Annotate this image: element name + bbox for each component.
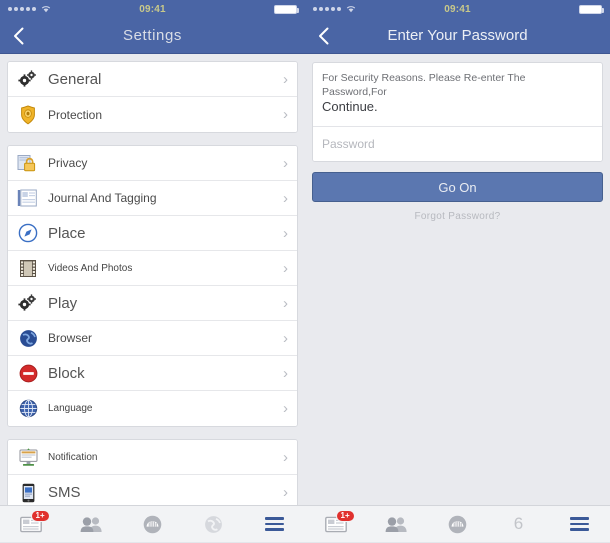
password-screen: 09:41 Enter Your Password For Security R… bbox=[305, 0, 610, 542]
sidebar-item-general[interactable]: General › bbox=[8, 62, 297, 97]
sidebar-item-label: Browser bbox=[48, 331, 93, 345]
security-message-line1: For Security Reasons. Please Re-enter Th… bbox=[322, 72, 526, 99]
sidebar-item-sms[interactable]: SMS › bbox=[8, 475, 297, 505]
messenger-icon bbox=[448, 515, 467, 533]
chevron-right-icon: › bbox=[283, 448, 288, 466]
chevron-right-icon: › bbox=[283, 364, 288, 382]
shield-badge-icon bbox=[17, 104, 39, 126]
tab-messenger[interactable] bbox=[122, 506, 183, 543]
badge-count: 1+ bbox=[335, 509, 355, 523]
tab-friends[interactable] bbox=[366, 506, 427, 543]
tab-notifications[interactable] bbox=[183, 506, 244, 543]
monitor-notification-icon bbox=[17, 446, 39, 468]
sidebar-item-label: Play bbox=[48, 294, 78, 312]
chevron-right-icon: › bbox=[283, 329, 288, 347]
sidebar-item-privacy[interactable]: Privacy › bbox=[8, 146, 297, 181]
sidebar-item-label: SMS bbox=[48, 484, 81, 501]
tab-bar-left: 1+ bbox=[0, 505, 305, 542]
forgot-password-link[interactable]: Forgot Password? bbox=[312, 211, 603, 222]
film-strip-icon bbox=[17, 257, 39, 279]
sidebar-item-play[interactable]: Play › bbox=[8, 286, 297, 321]
sidebar-item-videos-and-photos[interactable]: Videos And Photos › bbox=[8, 251, 297, 286]
chevron-right-icon: › bbox=[283, 400, 288, 417]
sidebar-item-language[interactable]: Language › bbox=[8, 391, 297, 426]
battery-icon bbox=[579, 4, 604, 14]
chevron-right-icon: › bbox=[283, 224, 288, 242]
sidebar-item-label: Privacy bbox=[48, 156, 88, 170]
phone-sms-icon bbox=[17, 482, 39, 504]
sidebar-item-label: Protection bbox=[48, 107, 103, 122]
status-bar-left: 09:41 bbox=[0, 0, 305, 18]
lock-privacy-icon bbox=[17, 152, 39, 174]
sidebar-item-label: Place bbox=[48, 224, 86, 242]
sidebar-item-label: Journal And Tagging bbox=[48, 191, 157, 205]
globe-language-icon bbox=[17, 398, 39, 420]
journal-icon bbox=[17, 187, 39, 209]
dual-screen-container: 09:41 Settings General › Protection › Pr… bbox=[0, 0, 610, 542]
messenger-icon bbox=[143, 515, 162, 533]
tab-menu[interactable] bbox=[549, 506, 610, 543]
settings-group-2: Privacy › Journal And Tagging › Place › … bbox=[7, 145, 298, 427]
chevron-left-icon bbox=[318, 27, 328, 44]
chevron-right-icon: › bbox=[283, 259, 288, 277]
status-bar-time: 09:41 bbox=[444, 3, 471, 15]
gears-icon bbox=[17, 68, 39, 90]
tab-bar-right: 1+ 6 bbox=[305, 505, 610, 542]
sidebar-item-label: Language bbox=[48, 403, 93, 414]
sidebar-item-label: General bbox=[48, 70, 102, 88]
security-message-line2: Continue. bbox=[322, 99, 378, 115]
tab-news-feed[interactable]: 1+ bbox=[305, 506, 366, 543]
chevron-right-icon: › bbox=[283, 154, 288, 172]
tab-news-feed[interactable]: 1+ bbox=[0, 506, 61, 543]
back-button-password[interactable] bbox=[305, 18, 341, 54]
password-form: For Security Reasons. Please Re-enter Th… bbox=[305, 54, 610, 505]
chevron-left-icon bbox=[13, 27, 23, 44]
hamburger-menu-icon bbox=[265, 517, 284, 531]
sidebar-item-block[interactable]: Block › bbox=[8, 356, 297, 391]
friends-icon bbox=[80, 516, 102, 532]
gears-icon bbox=[17, 292, 39, 314]
settings-screen: 09:41 Settings General › Protection › Pr… bbox=[0, 0, 305, 542]
password-input[interactable] bbox=[313, 127, 602, 162]
tab-notification-count[interactable]: 6 bbox=[488, 506, 549, 543]
chevron-right-icon: › bbox=[283, 70, 288, 88]
sidebar-item-label: Videos And Photos bbox=[48, 262, 133, 274]
settings-group-3: Notification › SMS › bbox=[7, 439, 298, 505]
nav-bar-password: Enter Your Password bbox=[305, 18, 610, 54]
hamburger-menu-icon bbox=[570, 517, 589, 531]
sidebar-item-browser[interactable]: Browser › bbox=[8, 321, 297, 356]
sidebar-item-label: Notification bbox=[48, 451, 98, 463]
sidebar-item-place[interactable]: Place › bbox=[8, 216, 297, 251]
compass-place-icon bbox=[17, 222, 39, 244]
globe-notifications-icon bbox=[205, 515, 222, 533]
page-title-settings: Settings bbox=[123, 27, 182, 44]
tab-friends[interactable] bbox=[61, 506, 122, 543]
page-title-password: Enter Your Password bbox=[387, 27, 528, 44]
badge-count: 1+ bbox=[30, 509, 50, 523]
chevron-right-icon: › bbox=[283, 189, 288, 207]
password-card: For Security Reasons. Please Re-enter Th… bbox=[312, 62, 603, 163]
tab-menu[interactable] bbox=[244, 506, 305, 543]
chevron-right-icon: › bbox=[283, 294, 288, 312]
back-button-settings[interactable] bbox=[0, 18, 36, 54]
chevron-right-icon: › bbox=[283, 484, 288, 501]
nav-bar-settings: Settings bbox=[0, 18, 305, 54]
status-bar-right: 09:41 bbox=[305, 0, 610, 18]
sidebar-item-protection[interactable]: Protection › bbox=[8, 97, 297, 132]
sidebar-item-notification[interactable]: Notification › bbox=[8, 440, 297, 475]
settings-group-1: General › Protection › bbox=[7, 61, 298, 133]
security-message: For Security Reasons. Please Re-enter Th… bbox=[313, 63, 602, 128]
sidebar-item-label: Block bbox=[48, 364, 85, 382]
chevron-right-icon: › bbox=[283, 106, 288, 123]
friends-icon bbox=[385, 516, 407, 532]
sidebar-item-journal-and-tagging[interactable]: Journal And Tagging › bbox=[8, 181, 297, 216]
settings-list: General › Protection › Privacy › Journal… bbox=[0, 54, 305, 505]
block-icon bbox=[17, 362, 39, 384]
battery-icon bbox=[274, 4, 299, 14]
status-bar-time: 09:41 bbox=[139, 3, 166, 15]
go-on-button[interactable]: Go On bbox=[312, 172, 603, 203]
tab-messenger[interactable] bbox=[427, 506, 488, 543]
globe-browser-icon bbox=[17, 327, 39, 349]
notification-count-icon: 6 bbox=[513, 514, 524, 533]
